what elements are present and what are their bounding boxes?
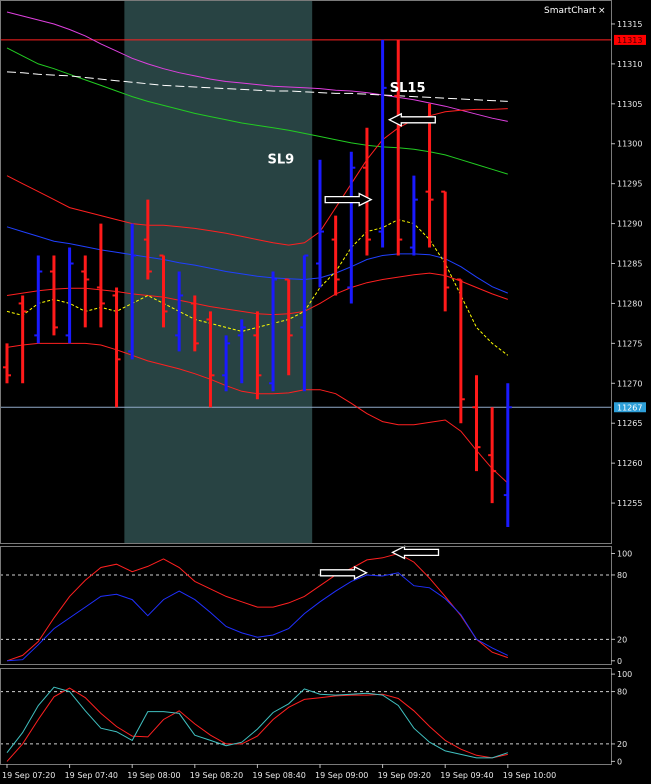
oscillator-2-axis-tick-label: 0 [617,757,622,766]
price-axis-tick-label: 11315 [617,20,642,29]
price-axis-tick-label: 11300 [617,140,642,149]
session-shade-layer [124,0,313,543]
oscillator-1-axis-tick-label: 80 [617,571,627,580]
price-badge-label: 11267 [617,403,642,412]
time-axis-label: 19 Sep 08:00 [127,771,180,780]
price-axis-tick-label: 11295 [617,180,642,189]
price-axis-tick-label: 11260 [617,459,642,468]
oscillator-2-axis-tick-label: 80 [617,688,627,697]
oscillator-1-axis-tick-label: 100 [617,550,632,559]
time-axis-label: 19 Sep 08:40 [252,771,305,780]
time-axis-label: 19 Sep 07:20 [2,771,55,780]
time-axis-label: 19 Sep 10:00 [503,771,556,780]
time-axis-label: 19 Sep 09:00 [315,771,368,780]
close-icon[interactable]: × [598,6,606,16]
price-badge-label: 11313 [617,36,642,45]
time-axis-label: 19 Sep 09:20 [378,771,431,780]
oscillator-1-axis-tick-label: 0 [617,657,622,666]
price-axis-tick-label: 11270 [617,379,642,388]
price-axis-tick-label: 11305 [617,100,642,109]
oscillator-1-axis-tick-label: 20 [617,635,627,644]
price-axis-tick-label: 11310 [617,60,642,69]
oscillator-2-axis-tick-label: 20 [617,740,627,749]
time-axis-label: 19 Sep 09:40 [440,771,493,780]
price-axis-tick-label: 11280 [617,299,642,308]
time-axis-label: 19 Sep 08:20 [190,771,243,780]
price-axis-tick-label: 11290 [617,220,642,229]
chart-background [0,0,651,784]
brand-label: SmartChart [544,6,596,16]
price-axis-tick-label: 11275 [617,339,642,348]
session-shade [124,0,313,543]
price-axis-tick-label: 11265 [617,419,642,428]
annotation-label: SL15 [390,81,426,96]
price-axis-tick-label: 11285 [617,260,642,269]
oscillator-2-axis-tick-label: 100 [617,670,632,679]
time-axis-label: 19 Sep 07:40 [65,771,118,780]
chart-root: SL9 SL15 11313 11267 11255 11260 11265 11270 11… [0,0,651,784]
annotation-label: SL9 [268,153,295,168]
price-axis-tick-label: 11255 [617,499,642,508]
